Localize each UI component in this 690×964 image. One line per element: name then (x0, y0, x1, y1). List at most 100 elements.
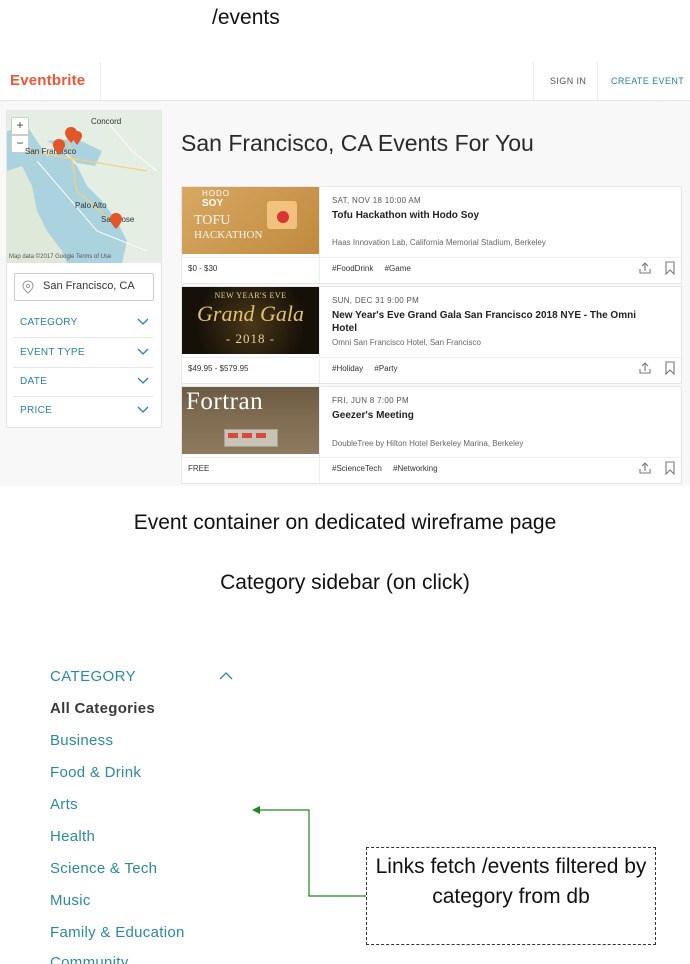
event-price: $49.95 - $579.95 (188, 364, 249, 373)
page-title: San Francisco, CA Events For You (181, 130, 534, 156)
thumb-text: TOFU (194, 213, 231, 228)
thumb-graphic (228, 433, 238, 438)
event-thumbnail[interactable]: Fortran (182, 387, 319, 454)
thumb-text: NEW YEAR'S EVE (214, 291, 287, 300)
filter-label: EVENT TYPE (20, 347, 85, 358)
map-pin-icon[interactable] (108, 211, 124, 233)
divider (182, 457, 681, 458)
annotation-note: Links fetch /events filtered by category… (366, 847, 656, 945)
filter-category[interactable]: CATEGORY (13, 309, 153, 338)
event-title[interactable]: Tofu Hackathon with Hodo Soy (332, 209, 652, 222)
share-icon[interactable] (638, 461, 652, 475)
event-tag[interactable]: #FoodDrink (332, 264, 373, 273)
chevron-down-icon (137, 377, 149, 384)
bookmark-icon[interactable] (664, 261, 676, 275)
bookmark-icon[interactable] (664, 361, 676, 375)
event-price: FREE (188, 464, 210, 473)
thumb-graphic (256, 433, 266, 438)
event-tags: #Holiday #Party (332, 364, 407, 373)
filter-label: PRICE (20, 405, 53, 416)
chevron-down-icon (137, 318, 149, 325)
chevron-down-icon (137, 348, 149, 355)
map-pin-icon[interactable] (51, 137, 67, 159)
filter-event-type[interactable]: EVENT TYPE (13, 339, 153, 368)
share-icon[interactable] (638, 261, 652, 275)
filter-date[interactable]: DATE (13, 368, 153, 397)
sign-in-link[interactable]: SIGN IN (550, 76, 586, 86)
thumb-text: SOY (202, 198, 224, 209)
category-link-food-drink[interactable]: Food & Drink (50, 764, 141, 781)
divider (597, 62, 598, 100)
event-venue: Haas Innovation Lab, California Memorial… (332, 238, 546, 247)
event-tags: #FoodDrink #Game (332, 264, 420, 273)
thumb-text: Grand Gala (197, 301, 304, 326)
event-tag[interactable]: #Holiday (332, 364, 363, 373)
thumb-graphic (242, 433, 252, 438)
event-date: FRI, JUN 8 7:00 PM (332, 396, 409, 405)
event-title[interactable]: New Year's Eve Grand Gala San Francisco … (332, 309, 652, 335)
location-input[interactable]: San Francisco, CA (14, 273, 154, 301)
category-link-community[interactable]: Community (50, 956, 129, 964)
category-link-science-tech[interactable]: Science & Tech (50, 860, 157, 877)
event-card[interactable]: HODO SOY TOFU HACKATHON $0 - $30 SAT, NO… (181, 186, 682, 284)
top-nav-bar: Eventbrite SIGN IN CREATE EVENT (0, 62, 690, 101)
divider (533, 62, 534, 100)
logo-dot (277, 211, 289, 223)
eventbrite-app-frame: Eventbrite SIGN IN CREATE EVENT + − Conc… (0, 62, 690, 486)
event-card[interactable]: Fortran FREE FRI, JUN 8 7:00 PM Geezer's… (181, 386, 682, 484)
divider (319, 187, 320, 283)
bookmark-icon[interactable] (664, 461, 676, 475)
create-event-link[interactable]: CREATE EVENT (611, 76, 684, 86)
category-sidebar-caption: Category sidebar (on click) (220, 571, 470, 594)
chevron-up-icon[interactable] (219, 671, 233, 680)
category-link-business[interactable]: Business (50, 732, 113, 749)
event-thumbnail[interactable]: HODO SOY TOFU HACKATHON (182, 187, 319, 254)
share-icon[interactable] (638, 361, 652, 375)
map-attribution: Map data ©2017 Google Terms of Use (9, 254, 112, 260)
filter-label: DATE (20, 376, 48, 387)
zoom-in-button[interactable]: + (11, 117, 29, 135)
route-caption: /events (212, 6, 280, 29)
category-link-health[interactable]: Health (50, 828, 95, 845)
divider (182, 357, 681, 358)
event-tag[interactable]: #ScienceTech (332, 464, 382, 473)
divider (319, 287, 320, 383)
thumb-graphic (224, 429, 278, 447)
event-date: SUN, DEC 31 9:00 PM (332, 296, 420, 305)
filter-sidebar: + − Concord San Francisco Palo Alto San … (6, 110, 162, 428)
filter-price[interactable]: PRICE (13, 397, 153, 425)
map-label-palo-alto: Palo Alto (75, 201, 107, 210)
divider (182, 257, 681, 258)
location-input-value: San Francisco, CA (43, 280, 135, 292)
eventbrite-logo[interactable]: Eventbrite (10, 72, 85, 89)
event-tag[interactable]: #Party (374, 364, 397, 373)
event-container-caption: Event container on dedicated wireframe p… (133, 511, 557, 534)
event-price: $0 - $30 (188, 264, 218, 273)
filter-label: CATEGORY (20, 317, 78, 328)
chevron-down-icon (137, 406, 149, 413)
event-card[interactable]: NEW YEAR'S EVE Grand Gala - 2018 - $49.9… (181, 286, 682, 384)
event-venue: DoubleTree by Hilton Hotel Berkeley Mari… (332, 439, 524, 448)
category-heading[interactable]: CATEGORY (50, 668, 136, 685)
event-title[interactable]: Geezer's Meeting (332, 409, 652, 422)
thumb-text: - 2018 - (225, 331, 276, 346)
map-label-concord: Concord (91, 117, 122, 126)
event-tag[interactable]: #Game (385, 264, 411, 273)
events-map[interactable]: + − Concord San Francisco Palo Alto San … (7, 111, 161, 263)
event-venue: Omni San Francisco Hotel, San Francisco (332, 338, 481, 347)
event-date: SAT, NOV 18 10:00 AM (332, 196, 422, 205)
category-link-arts[interactable]: Arts (50, 796, 78, 813)
category-link-music[interactable]: Music (50, 892, 91, 909)
category-link-label: Community (50, 956, 129, 964)
divider (319, 387, 320, 483)
location-pin-icon (22, 280, 34, 294)
thumb-text: HACKATHON (194, 229, 263, 241)
category-link-all[interactable]: All Categories (50, 700, 155, 717)
thumb-text: HODO (202, 189, 230, 198)
category-link-family-education[interactable]: Family & Education (50, 924, 185, 941)
divider (100, 62, 101, 100)
event-tags: #ScienceTech #Networking (332, 464, 447, 473)
event-thumbnail[interactable]: NEW YEAR'S EVE Grand Gala - 2018 - (182, 287, 319, 354)
event-tag[interactable]: #Networking (393, 464, 437, 473)
thumb-text: Fortran (186, 388, 264, 415)
